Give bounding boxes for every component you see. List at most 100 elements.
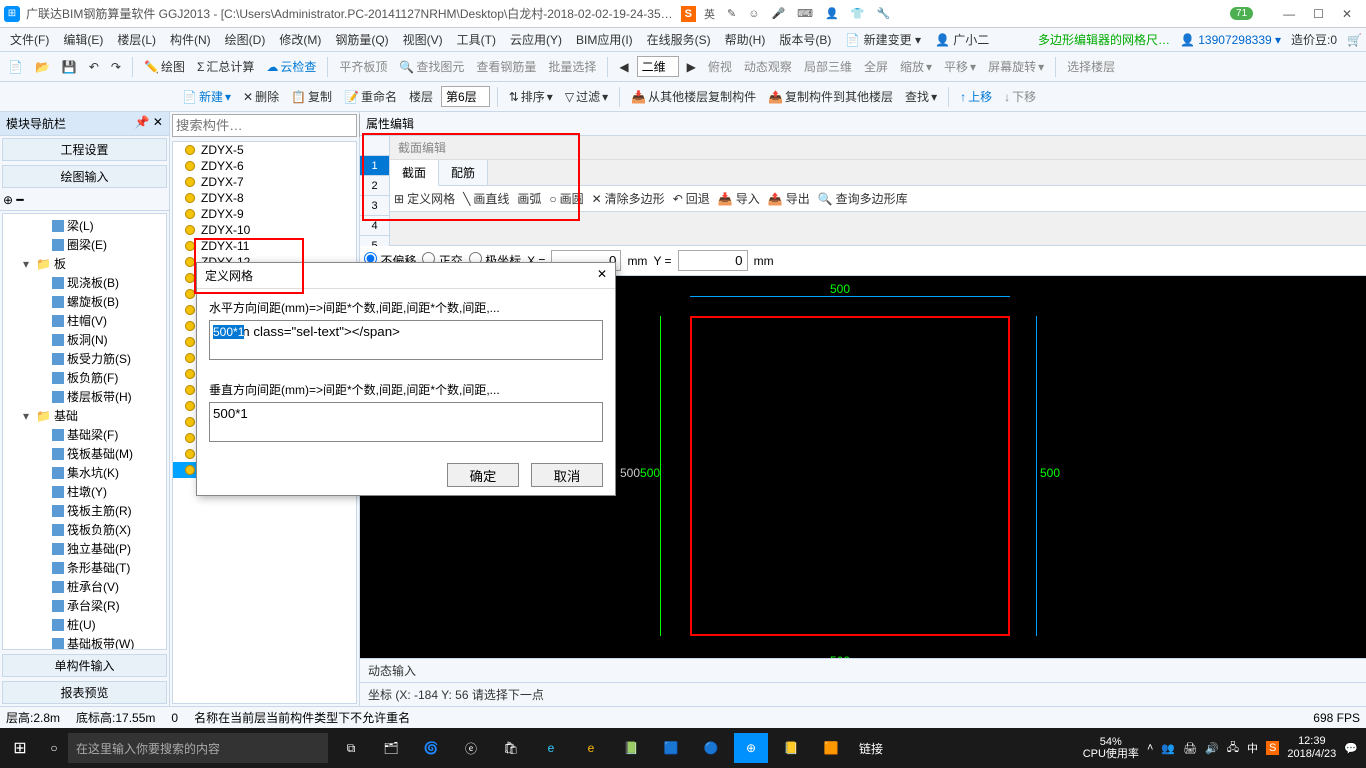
minimize-icon[interactable]: ― — [1283, 7, 1295, 21]
cloud-check-button[interactable]: ☁ 云检查 — [262, 56, 320, 77]
app-icon[interactable]: 📗 — [614, 733, 648, 763]
menu-item[interactable]: 绘图(D) — [219, 29, 272, 50]
tree-node[interactable]: 梁(L) — [5, 216, 164, 235]
tree-node[interactable]: 基础梁(F) — [5, 425, 164, 444]
menu-item[interactable]: 构件(N) — [164, 29, 217, 50]
tree-node[interactable]: 独立基础(P) — [5, 539, 164, 558]
ok-button[interactable]: 确定 — [447, 463, 519, 487]
tree-node[interactable]: 柱帽(V) — [5, 311, 164, 330]
tree-node[interactable]: ▾📁基础 — [5, 406, 164, 425]
sogou-tray-icon[interactable]: S — [1266, 741, 1279, 755]
undo-button[interactable]: ↶ 回退 — [673, 190, 710, 207]
ime-icon[interactable]: ⌨ — [793, 5, 817, 22]
edge-icon[interactable]: e — [534, 733, 568, 763]
copy-button[interactable]: 📋 复制 — [287, 86, 336, 107]
store-icon[interactable]: 🛍 — [494, 733, 528, 763]
taskbar-search[interactable]: 在这里输入你要搜索的内容 — [68, 733, 328, 763]
menu-item[interactable]: 钢筋量(Q) — [329, 29, 394, 50]
redo-icon[interactable]: ↷ — [107, 58, 125, 76]
close-icon[interactable]: ✕ — [597, 267, 607, 284]
ime-icon[interactable]: 🔧 — [872, 5, 894, 22]
notification-badge[interactable]: 71 — [1230, 7, 1253, 20]
menu-item[interactable]: 视图(V) — [397, 29, 449, 50]
clear-polygon-button[interactable]: ✕ 清除多边形 — [592, 190, 665, 207]
screen-rotate-button[interactable]: 屏幕旋转 ▾ — [984, 56, 1048, 77]
dynamic-view-button[interactable]: 动态观察 — [740, 56, 796, 77]
row-num[interactable]: 1 — [360, 156, 389, 176]
network-icon[interactable]: 🖧 — [1227, 739, 1239, 758]
action-center-icon[interactable]: 💬 — [1344, 742, 1358, 755]
app-icon[interactable]: ⊕ — [734, 733, 768, 763]
row-num[interactable]: 3 — [360, 196, 389, 216]
menu-item[interactable]: 编辑(E) — [57, 29, 109, 50]
menu-item[interactable]: 楼层(L) — [111, 29, 162, 50]
menu-item[interactable]: 版本号(B) — [773, 29, 837, 50]
clock[interactable]: 12:392018/4/23 — [1287, 735, 1336, 761]
link-label[interactable]: 链接 — [854, 733, 888, 763]
row-num[interactable]: 4 — [360, 216, 389, 236]
tree-node[interactable]: 筏板负筋(X) — [5, 520, 164, 539]
tree-node[interactable]: ▾📁板 — [5, 254, 164, 273]
copy-to-button[interactable]: 📤 复制构件到其他楼层 — [764, 86, 897, 107]
cortana-icon[interactable]: ○ — [40, 741, 68, 755]
cpu-meter[interactable]: 54%CPU使用率 — [1083, 736, 1139, 760]
tray-up-icon[interactable]: ˄ — [1147, 742, 1153, 754]
save-icon[interactable]: 💾 — [58, 58, 81, 76]
draw-button[interactable]: ✏️绘图 — [140, 56, 189, 77]
volume-icon[interactable]: 🔊 — [1205, 742, 1219, 755]
fullscreen-button[interactable]: 全屏 — [860, 56, 892, 77]
rename-button[interactable]: 📝 重命名 — [340, 86, 401, 107]
menu-item[interactable]: 修改(M) — [273, 29, 327, 50]
draw-circle-button[interactable]: ○ 画圆 — [549, 190, 583, 207]
pan-button[interactable]: 平移 ▾ — [940, 56, 980, 77]
pin-icon[interactable]: 📌 ✕ — [135, 115, 163, 132]
sum-button[interactable]: Σ 汇总计算 — [193, 56, 258, 77]
y-input[interactable] — [678, 250, 748, 271]
sort-button[interactable]: ⇅ 排序 ▾ — [505, 86, 557, 107]
edge-icon[interactable]: ⓔ — [454, 733, 488, 763]
next-icon[interactable]: ▶ — [683, 58, 700, 76]
import-button[interactable]: 📥 导入 — [718, 190, 760, 207]
ime-tray[interactable]: 中 — [1247, 740, 1258, 756]
refresh-icon[interactable]: 🛒 — [1347, 33, 1362, 47]
flat-button[interactable]: 平齐板顶 — [335, 56, 391, 77]
component-item[interactable]: ZDYX-9 — [173, 206, 356, 222]
tree-node[interactable]: 集水坑(K) — [5, 463, 164, 482]
tab-section[interactable]: 截面 — [390, 160, 439, 186]
new-doc-icon[interactable]: 📄 — [4, 58, 27, 76]
component-item[interactable]: ZDYX-6 — [173, 158, 356, 174]
ime-icon[interactable]: ✎ — [723, 5, 740, 22]
filter-button[interactable]: ▽ 过滤 ▾ — [561, 86, 612, 107]
move-up-button[interactable]: ↑ 上移 — [956, 86, 996, 107]
tree-node[interactable]: 基础板带(W) — [5, 634, 164, 650]
query-lib-button[interactable]: 🔍 查询多边形库 — [818, 190, 908, 207]
move-down-button[interactable]: ↓ 下移 — [1000, 86, 1040, 107]
component-item[interactable]: ZDYX-10 — [173, 222, 356, 238]
tray-icon[interactable]: 👥 — [1161, 742, 1175, 755]
ime-icon[interactable]: ☺ — [744, 6, 763, 22]
task-view-icon[interactable]: ⧉ — [334, 733, 368, 763]
tree-node[interactable]: 现浇板(B) — [5, 273, 164, 292]
app-icon[interactable]: 🟦 — [654, 733, 688, 763]
find-button[interactable]: 查找 ▾ — [901, 86, 941, 107]
floor-combo[interactable]: 第6层 — [441, 86, 490, 107]
app-icon[interactable]: 📒 — [774, 733, 808, 763]
app-icon[interactable]: 🟧 — [814, 733, 848, 763]
sogou-icon[interactable]: S — [681, 6, 696, 22]
delete-button[interactable]: ✕ 删除 — [239, 86, 283, 107]
tree-node[interactable]: 条形基础(T) — [5, 558, 164, 577]
tree-node[interactable]: 筏板主筋(R) — [5, 501, 164, 520]
close-icon[interactable]: ✕ — [1342, 7, 1352, 21]
search-input[interactable] — [172, 114, 357, 137]
ime-lang[interactable]: 英 — [700, 4, 719, 24]
find-elem-button[interactable]: 🔍 查找图元 — [395, 56, 468, 77]
h-spacing-input[interactable]: <span class="sel-text"></span> — [209, 320, 603, 360]
tree-node[interactable]: 柱墩(Y) — [5, 482, 164, 501]
tree-node[interactable]: 桩(U) — [5, 615, 164, 634]
ime-icon[interactable]: 👤 — [821, 5, 843, 22]
menu-item[interactable]: 在线服务(S) — [641, 29, 717, 50]
prev-icon[interactable]: ◀ — [615, 58, 632, 76]
cancel-button[interactable]: 取消 — [531, 463, 603, 487]
tree-node[interactable]: 承台梁(R) — [5, 596, 164, 615]
menu-item[interactable]: BIM应用(I) — [570, 29, 639, 50]
